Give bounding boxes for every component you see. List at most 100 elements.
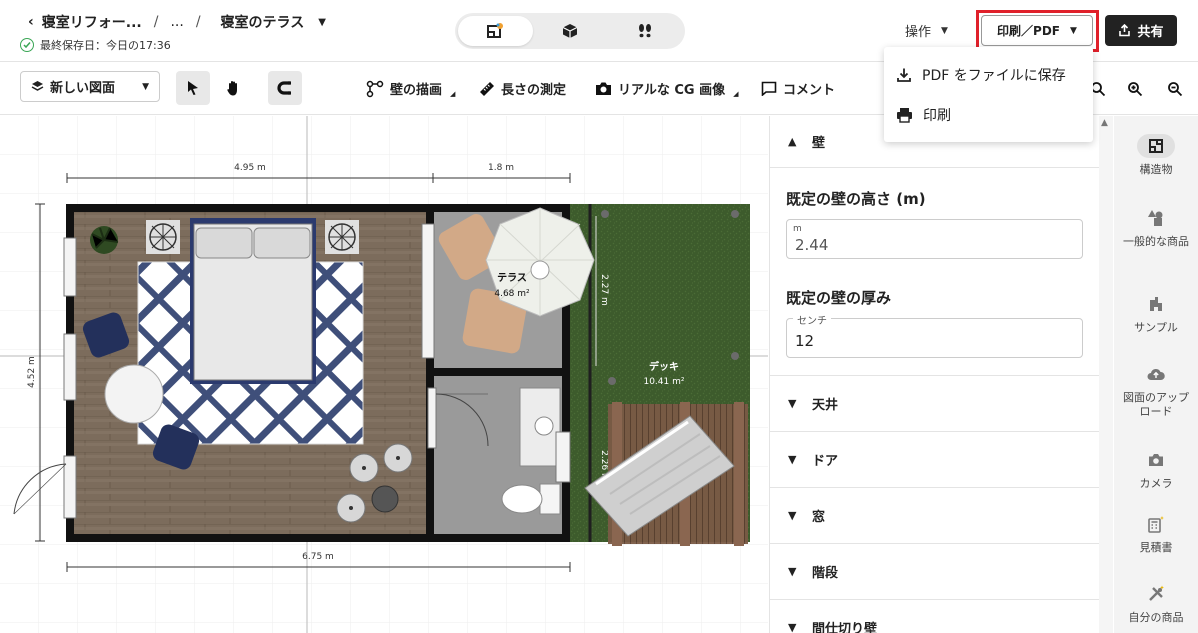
sidebar-item-my-products[interactable]: 自分の商品 [1114, 582, 1198, 625]
nightstand-lamp-left[interactable] [146, 220, 180, 254]
chevron-down-icon: ▼ [788, 565, 797, 578]
wall-height-field[interactable]: m 2.44 [786, 219, 1083, 259]
ruler-icon [480, 81, 494, 96]
floor-plan-canvas[interactable]: 4.95 m 1.8 m 4.52 m 6.75 m テラス 4.68 m² 2… [0, 116, 768, 633]
walls-heading: 壁 [812, 136, 826, 151]
view-walkthrough-button[interactable] [607, 16, 682, 46]
sidebar-item-estimate[interactable]: 見積書 [1114, 512, 1198, 555]
wall-height-value: 2.44 [795, 236, 829, 254]
tools-icon [1137, 582, 1175, 606]
sink-vanity[interactable] [519, 387, 561, 467]
breadcrumb-ellipsis[interactable]: ... [170, 14, 183, 30]
zoom-in-button[interactable] [1125, 79, 1145, 99]
sidebar-item-samples[interactable]: サンプル [1114, 292, 1198, 335]
wall-thickness-field[interactable]: センチ 12 [786, 312, 1083, 358]
select-tool-button[interactable] [176, 71, 210, 105]
chevron-down-icon: ▼ [1070, 25, 1077, 36]
snap-magnet-button[interactable] [268, 71, 302, 105]
dimension-label: 1.8 m [488, 163, 514, 173]
chevron-up-icon: ▲ [788, 135, 797, 148]
sidebar-item-label: 構造物 [1139, 163, 1173, 176]
view-mode-toggle [455, 13, 685, 49]
comment-tool[interactable]: コメント [761, 79, 835, 98]
submenu-corner-icon: ◢ [450, 90, 456, 98]
panel-scrollbar[interactable]: ▲ [1099, 116, 1113, 633]
breadcrumb-parent[interactable]: 寝室リフォー... [42, 12, 142, 32]
section-label: 窓 [812, 510, 826, 525]
umbrella[interactable] [485, 207, 595, 317]
camera-icon [596, 82, 611, 95]
plant[interactable] [90, 226, 119, 254]
layers-icon [31, 81, 44, 91]
sidebar-item-generic-products[interactable]: 一般的な商品 [1114, 206, 1198, 249]
view-2d-button[interactable] [458, 16, 533, 46]
wall-path-icon [366, 80, 384, 97]
view-3d-button[interactable] [533, 16, 608, 46]
sidebar-item-label: 見積書 [1139, 541, 1173, 554]
sidebar-item-upload-plan[interactable]: 図面のアップロード [1114, 362, 1198, 420]
section-stairs[interactable]: ▼ 階段 [770, 544, 1099, 600]
section-partitions[interactable]: ▼ 間仕切り壁 [770, 600, 1099, 633]
sidebar-item-label: 自分の商品 [1128, 611, 1184, 624]
nightstand-lamp-right[interactable] [325, 220, 359, 254]
section-ceiling[interactable]: ▼ 天井 [770, 376, 1099, 432]
sidebar-item-label: 図面のアップロード [1123, 391, 1189, 419]
pan-tool-button[interactable] [217, 71, 251, 105]
operations-label: 操作 [905, 25, 932, 40]
save-status-text: 最終保存日：今日の17:36 [40, 39, 171, 52]
pergola[interactable] [584, 402, 748, 546]
check-circle-icon [20, 38, 34, 52]
print-pdf-button[interactable]: 印刷／PDF ▼ [981, 15, 1093, 46]
sidebar-item-camera[interactable]: カメラ [1114, 448, 1198, 491]
draw-walls-tool[interactable]: 壁の描画 ◢ [366, 79, 455, 98]
deck-name: デッキ [649, 360, 679, 373]
share-icon [1119, 24, 1131, 37]
wall-thickness-value: 12 [795, 332, 815, 350]
wall-height-label: 既定の壁の高さ (m) [786, 190, 926, 208]
zoom-out-button[interactable] [1165, 79, 1185, 99]
download-icon [897, 68, 911, 82]
back-chevron-icon[interactable]: ‹ [28, 14, 34, 30]
window[interactable] [555, 431, 571, 483]
structure-icon [1137, 134, 1175, 158]
comment-label: コメント [783, 83, 836, 98]
scroll-up-icon[interactable]: ▲ [1101, 118, 1108, 128]
operations-menu[interactable]: 操作 ▼ [905, 21, 948, 40]
save-pdf-menu-item[interactable]: PDF をファイルに保存 [896, 65, 1066, 85]
section-doors[interactable]: ▼ ドア [770, 432, 1099, 488]
print-menu-item[interactable]: 印刷 [896, 105, 951, 125]
zoom-out-icon [1168, 82, 1183, 97]
deck-area: 10.41 m² [643, 377, 684, 387]
footprints-icon [638, 24, 651, 38]
print-label: 印刷 [923, 108, 951, 124]
new-plan-select[interactable]: 新しい図面 ▼ [20, 71, 160, 102]
measure-label: 長さの測定 [501, 83, 567, 98]
bed[interactable] [190, 218, 316, 384]
dimension-label: 4.95 m [234, 163, 266, 173]
right-sidebar: 構造物 一般的な商品 サンプル 図面のアップロード カメラ 見積書 自分の商品 [1114, 116, 1198, 633]
project-menu-caret-icon[interactable]: ▼ [318, 17, 326, 28]
hand-icon [227, 81, 237, 96]
printer-icon [897, 108, 912, 123]
window[interactable] [63, 237, 77, 297]
floor-plan-drawing[interactable]: 4.95 m 1.8 m 4.52 m 6.75 m テラス 4.68 m² 2… [0, 116, 768, 633]
round-table[interactable] [104, 364, 164, 424]
share-label: 共有 [1137, 25, 1164, 40]
section-windows[interactable]: ▼ 窓 [770, 488, 1099, 544]
measure-tool[interactable]: 長さの測定 [479, 79, 566, 98]
share-button[interactable]: 共有 [1105, 15, 1177, 46]
chevron-down-icon: ▼ [788, 397, 797, 410]
breadcrumb-separator: / [153, 14, 159, 30]
toilet[interactable] [501, 483, 561, 515]
window[interactable] [63, 333, 77, 401]
wall-thickness-label: 既定の壁の厚み [786, 289, 892, 307]
breadcrumb-current[interactable]: 寝室のテラス [221, 12, 305, 32]
submenu-corner-icon: ◢ [733, 90, 739, 98]
window[interactable] [421, 223, 435, 359]
realistic-cg-tool[interactable]: リアルな CG 画像 ◢ [595, 79, 739, 98]
upload-cloud-icon [1137, 362, 1175, 386]
sidebar-item-structure[interactable]: 構造物 [1114, 134, 1198, 177]
cursor-arrow-icon [188, 81, 198, 95]
realistic-cg-label: リアルな CG 画像 [618, 83, 726, 98]
chevron-down-icon: ▼ [788, 621, 797, 633]
